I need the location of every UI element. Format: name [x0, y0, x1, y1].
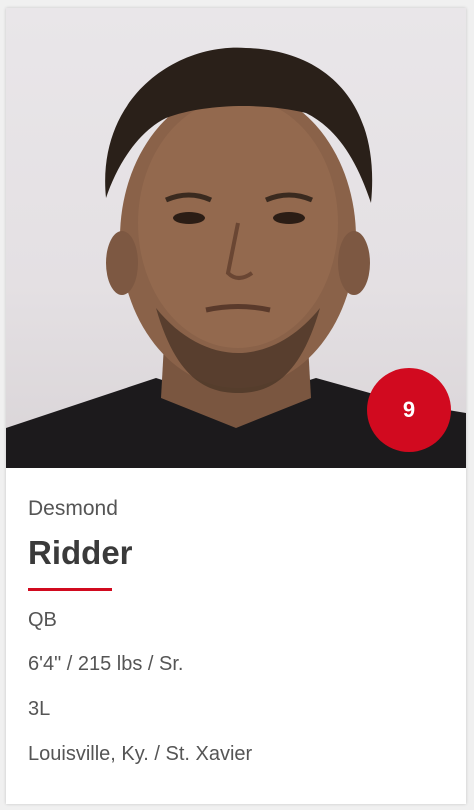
player-position: QB	[28, 609, 57, 631]
player-last-name[interactable]: Ridder	[28, 536, 133, 569]
player-high-school: / St. Xavier	[154, 743, 253, 765]
player-weight: / 215 lbs	[66, 653, 143, 675]
jersey-number-badge: 9	[367, 368, 451, 452]
player-origin: Louisville, Ky. / St. Xavier	[28, 744, 252, 764]
player-experience: 3L	[28, 698, 51, 720]
player-physical-stats: 6'4" / 215 lbs / Sr.	[28, 654, 183, 674]
accent-divider	[28, 588, 112, 591]
player-class-year: / Sr.	[147, 653, 184, 675]
player-card[interactable]: 9 Desmond Ridder QB 6'4" / 215 lbs / Sr.…	[6, 8, 466, 804]
player-height: 6'4"	[28, 653, 62, 675]
player-headshot: 9	[6, 8, 466, 468]
player-first-name: Desmond	[28, 497, 118, 520]
player-hometown: Louisville, Ky.	[28, 743, 149, 765]
